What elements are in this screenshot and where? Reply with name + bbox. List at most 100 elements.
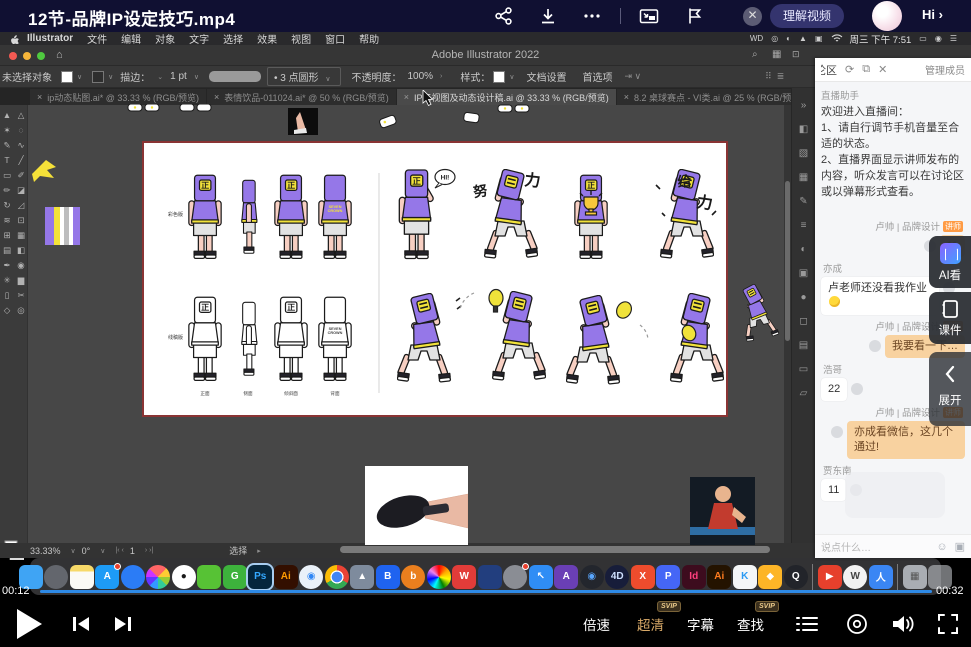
notification-icon[interactable]: ▣: [815, 34, 823, 43]
style-swatch[interactable]: [493, 71, 505, 83]
expand-tab[interactable]: 展开: [929, 352, 971, 426]
menubar-app-name[interactable]: Illustrator: [27, 33, 73, 44]
layers-panel-icon[interactable]: ▤: [799, 334, 808, 358]
alert-icon[interactable]: ▲: [799, 34, 807, 43]
menu-item-4[interactable]: 选择: [223, 31, 243, 46]
stroke-weight-value[interactable]: 1 pt: [170, 71, 187, 82]
artboard-tool[interactable]: ▯: [0, 288, 14, 303]
share-icon[interactable]: [494, 6, 514, 26]
paintbrush-tool[interactable]: ✐: [14, 168, 28, 183]
scale-tool[interactable]: ◿: [14, 198, 28, 213]
gradient-panel-icon[interactable]: ◐: [800, 238, 806, 262]
seek-bar[interactable]: [40, 590, 932, 593]
preferences-button[interactable]: 首选项: [583, 69, 613, 84]
previous-button[interactable]: [70, 613, 92, 635]
more-icon[interactable]: [582, 6, 602, 26]
comments-panel-icon[interactable]: ◻: [799, 310, 807, 334]
close-icon[interactable]: ✕: [743, 7, 762, 26]
quality-button[interactable]: 超清: [637, 614, 664, 634]
close-chat-icon[interactable]: ✕: [878, 63, 887, 76]
next-button[interactable]: [112, 613, 134, 635]
transparency-panel-icon[interactable]: ▣: [799, 262, 808, 286]
document-tab-0[interactable]: ×ip动态贴图.ai* @ 33.33 % (RGB/预览): [30, 89, 206, 105]
color-guide-panel-icon[interactable]: ▧: [799, 142, 808, 166]
battery-icon[interactable]: ▭: [919, 34, 927, 43]
curvature-tool[interactable]: ∿: [14, 138, 28, 153]
rotate-tool[interactable]: ↻: [0, 198, 14, 213]
menu-item-0[interactable]: 文件: [87, 31, 107, 46]
blend-tool[interactable]: ◉: [14, 258, 28, 273]
menu-item-7[interactable]: 窗口: [325, 31, 345, 46]
wd-drive-icon[interactable]: WD: [750, 34, 763, 43]
magic-wand-tool[interactable]: ✶: [0, 123, 14, 138]
flag-icon[interactable]: [684, 6, 704, 26]
wifi-icon[interactable]: [831, 34, 843, 43]
direct-selection-tool[interactable]: △: [14, 108, 28, 123]
speed-button[interactable]: 倍速: [583, 614, 610, 634]
emoji-icon[interactable]: ☺: [936, 541, 947, 553]
color-panel-icon[interactable]: ◧: [799, 118, 808, 142]
document-tab-3[interactable]: ×8.2 桌球赛点 - VI类.ai @ 25 % (RGB/预览): [617, 89, 810, 105]
menu-item-3[interactable]: 文字: [189, 31, 209, 46]
control-center-icon[interactable]: ☰: [950, 34, 957, 43]
artboards-panel-icon[interactable]: ▭: [799, 358, 808, 382]
zoom-tool[interactable]: ◎: [14, 303, 28, 318]
brush-definition[interactable]: • 3 点圆形 ∨: [267, 67, 342, 86]
picture-in-picture-icon[interactable]: [639, 6, 659, 26]
align-icon[interactable]: ⇥ ∨: [625, 71, 642, 82]
home-icon[interactable]: ⌂: [56, 49, 63, 61]
menu-item-5[interactable]: 效果: [257, 31, 277, 46]
symbol-sprayer-tool[interactable]: ✳: [0, 273, 14, 288]
column-graph-tool[interactable]: ▆: [14, 273, 28, 288]
mesh-tool[interactable]: ▤: [0, 243, 14, 258]
playlist-icon[interactable]: [795, 613, 819, 635]
play-button[interactable]: [14, 607, 44, 641]
chat-tab-discussion[interactable]: 讨论区: [821, 62, 837, 78]
stroke-panel-icon[interactable]: ≡: [801, 214, 807, 238]
hand-tool[interactable]: ◇: [0, 303, 14, 318]
reaction-dot[interactable]: [831, 426, 843, 438]
creative-cloud-icon[interactable]: ◎: [771, 34, 778, 43]
ai-watch-tab[interactable]: AI看: [929, 236, 971, 288]
brushes-panel-icon[interactable]: ✎: [799, 190, 807, 214]
fullscreen-icon[interactable]: [937, 613, 959, 635]
rotation-value[interactable]: 0°: [82, 546, 91, 556]
free-transform-tool[interactable]: ⊡: [14, 213, 28, 228]
tab-close-icon[interactable]: ×: [214, 92, 219, 102]
menu-item-8[interactable]: 帮助: [359, 31, 379, 46]
window-minimize-button[interactable]: [23, 52, 31, 60]
options-extra-icons[interactable]: ⠿ ≣: [765, 71, 784, 82]
vertical-scrollbar[interactable]: [784, 105, 791, 543]
opacity-value[interactable]: 100%: [407, 71, 433, 82]
eraser-tool[interactable]: ◪: [14, 183, 28, 198]
slice-tool[interactable]: ✂: [14, 288, 28, 303]
shape-builder-tool[interactable]: ⊞: [0, 228, 14, 243]
arrange-icon[interactable]: ⊡: [792, 49, 800, 60]
stroke-swatch[interactable]: [92, 71, 104, 83]
apple-logo-icon[interactable]: [10, 34, 19, 44]
document-tab-1[interactable]: ×表情饮品-011024.ai* @ 50 % (RGB/预览): [207, 89, 396, 105]
refresh-icon[interactable]: ⟳: [845, 63, 854, 76]
tab-close-icon[interactable]: ×: [624, 92, 629, 102]
workspace-icon[interactable]: ▦: [772, 49, 781, 60]
menu-item-6[interactable]: 视图: [291, 31, 311, 46]
courseware-tab[interactable]: 课件: [929, 292, 971, 344]
download-icon[interactable]: [538, 6, 558, 26]
hi-button[interactable]: Hi ›: [922, 7, 943, 22]
image-upload-icon[interactable]: ▣: [955, 540, 965, 553]
manage-members-button[interactable]: 管理成员: [925, 62, 965, 77]
user-avatar[interactable]: [872, 1, 902, 31]
reaction-dot[interactable]: [869, 340, 881, 352]
export-panel-icon[interactable]: ▱: [800, 382, 808, 406]
menu-item-1[interactable]: 编辑: [121, 31, 141, 46]
brush-preview[interactable]: [209, 71, 261, 82]
tab-close-icon[interactable]: ×: [37, 92, 42, 102]
pen-tool[interactable]: ✎: [0, 138, 14, 153]
pencil-tool[interactable]: ✏: [0, 183, 14, 198]
perspective-grid-tool[interactable]: ▦: [14, 228, 28, 243]
horizontal-scrollbar[interactable]: [340, 546, 770, 553]
bluetooth-icon[interactable]: ◐: [786, 34, 791, 43]
rectangle-tool[interactable]: ▭: [0, 168, 14, 183]
search-icon[interactable]: ⌕: [752, 49, 758, 60]
fill-swatch[interactable]: [61, 71, 73, 83]
